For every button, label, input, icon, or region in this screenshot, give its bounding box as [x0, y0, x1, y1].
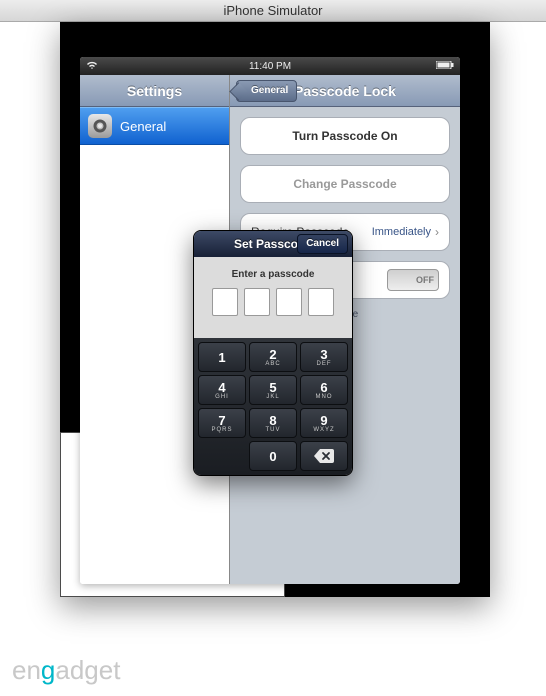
status-bar: 11:40 PM	[80, 57, 460, 75]
detail-navbar: General Passcode Lock	[230, 75, 460, 107]
numeric-keypad: 1 2ABC 3DEF 4GHI 5JKL 6MNO 7PQRS 8TUV 9W…	[194, 338, 352, 475]
keypad-key-6[interactable]: 6MNO	[300, 375, 348, 405]
gear-icon	[88, 114, 112, 138]
sidebar-title: Settings	[127, 83, 182, 99]
turn-passcode-on-button[interactable]: Turn Passcode On	[241, 118, 449, 154]
status-time: 11:40 PM	[249, 61, 291, 72]
back-button[interactable]: General	[236, 80, 297, 102]
change-passcode-label: Change Passcode	[293, 177, 396, 191]
passcode-digit-1[interactable]	[212, 288, 238, 316]
change-passcode-group: Change Passcode	[240, 165, 450, 203]
keypad-key-1[interactable]: 1	[198, 342, 246, 372]
change-passcode-button[interactable]: Change Passcode	[241, 166, 449, 202]
passcode-fields	[194, 288, 352, 338]
keypad-key-2[interactable]: 2ABC	[249, 342, 297, 372]
watermark: engadget	[12, 655, 120, 686]
require-passcode-value: Immediately ›	[372, 225, 439, 239]
sidebar-item-label: General	[120, 119, 166, 134]
erase-data-toggle[interactable]: OFF	[387, 269, 439, 291]
keypad-key-4[interactable]: 4GHI	[198, 375, 246, 405]
keypad-key-blank	[198, 441, 246, 471]
keypad-key-5[interactable]: 5JKL	[249, 375, 297, 405]
sidebar-item-general[interactable]: General	[80, 107, 229, 145]
passcode-dialog-header: Set Passcode Cancel	[194, 231, 352, 257]
passcode-prompt: Enter a passcode	[194, 257, 352, 288]
sidebar-navbar: Settings	[80, 75, 229, 107]
passcode-actions-group: Turn Passcode On	[240, 117, 450, 155]
set-passcode-dialog: Set Passcode Cancel Enter a passcode 1 2…	[193, 230, 353, 476]
cancel-button-label: Cancel	[306, 238, 339, 249]
window-title-bar: iPhone Simulator	[0, 0, 546, 22]
window-title: iPhone Simulator	[224, 3, 323, 18]
back-button-label: General	[251, 85, 288, 96]
keypad-key-9[interactable]: 9WXYZ	[300, 408, 348, 438]
keypad-key-delete[interactable]	[300, 441, 348, 471]
passcode-digit-3[interactable]	[276, 288, 302, 316]
passcode-digit-4[interactable]	[308, 288, 334, 316]
keypad-key-3[interactable]: 3DEF	[300, 342, 348, 372]
erase-data-toggle-label: OFF	[416, 275, 434, 285]
keypad-key-7[interactable]: 7PQRS	[198, 408, 246, 438]
battery-icon	[436, 61, 454, 72]
turn-passcode-on-label: Turn Passcode On	[292, 129, 397, 143]
keypad-key-8[interactable]: 8TUV	[249, 408, 297, 438]
passcode-digit-2[interactable]	[244, 288, 270, 316]
cancel-button[interactable]: Cancel	[297, 234, 348, 254]
detail-title: Passcode Lock	[294, 83, 396, 99]
backspace-icon	[314, 449, 334, 463]
keypad-key-0[interactable]: 0	[249, 441, 297, 471]
wifi-icon	[86, 60, 98, 73]
chevron-right-icon: ›	[435, 225, 439, 239]
